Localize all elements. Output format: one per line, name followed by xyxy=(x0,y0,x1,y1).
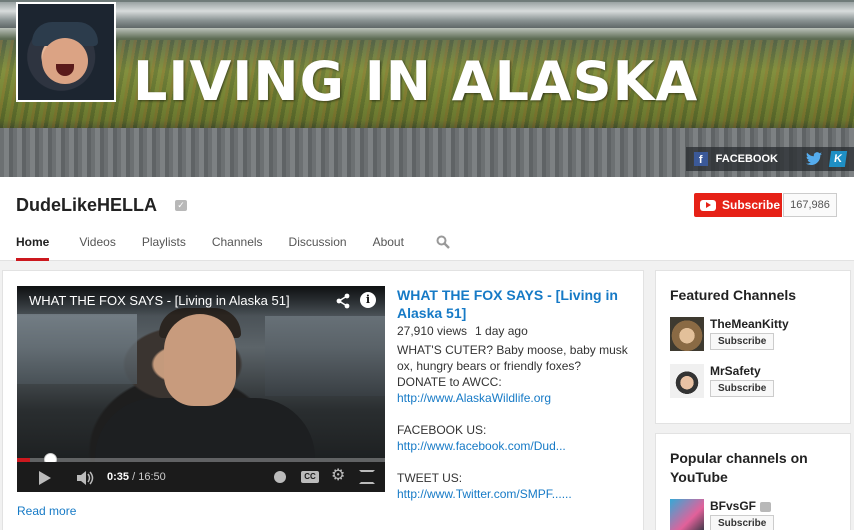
banner-guardrail xyxy=(0,2,854,28)
channel-banner: LIVING IN ALASKA f FACEBOOK K xyxy=(0,0,854,177)
channel-tabs: Home Videos Playlists Channels Discussio… xyxy=(0,229,450,261)
volume-icon[interactable] xyxy=(77,471,95,485)
avatar-face xyxy=(42,38,88,84)
upload-age: 1 day ago xyxy=(475,324,528,338)
youtube-play-icon xyxy=(700,199,716,211)
channel-subscribe-button[interactable]: Subscribe xyxy=(710,380,775,397)
current-time: 0:35 xyxy=(107,471,130,483)
facebook-url-link[interactable]: http://www.facebook.com/Dud... xyxy=(397,439,566,453)
video-title-link[interactable]: WHAT THE FOX SAYS - [Living in Alaska 51… xyxy=(397,286,633,322)
tab-videos[interactable]: Videos xyxy=(79,229,115,261)
tab-discussion[interactable]: Discussion xyxy=(289,229,347,261)
verified-icon: ✓ xyxy=(175,200,187,211)
channel-item: TheMeanKitty Subscribe xyxy=(670,317,850,353)
subscribe-label: Subscribe xyxy=(722,198,781,212)
channel-item-name[interactable]: BFvsGF xyxy=(710,499,756,513)
channel-subscribe-button[interactable]: Subscribe xyxy=(710,333,775,350)
channel-thumbnail[interactable] xyxy=(670,364,704,398)
channel-thumbnail[interactable] xyxy=(670,499,704,530)
verified-icon xyxy=(760,501,772,512)
popular-channels-title: Popular channels on YouTube xyxy=(670,450,808,485)
search-icon[interactable] xyxy=(436,235,450,249)
featured-channels-title: Featured Channels xyxy=(670,287,797,303)
view-count: 27,910 views xyxy=(397,324,468,338)
twitter-url-link[interactable]: http://www.Twitter.com/SMPF...... xyxy=(397,487,572,501)
description-paragraph: FACEBOOK US: http://www.facebook.com/Dud.… xyxy=(397,422,633,454)
video-player-title[interactable]: WHAT THE FOX SAYS - [Living in Alaska 51… xyxy=(29,293,290,308)
facebook-icon[interactable]: f xyxy=(693,152,708,166)
video-person-head xyxy=(164,314,236,406)
read-more-link[interactable]: Read more xyxy=(17,504,76,518)
channel-thumbnail[interactable] xyxy=(670,317,704,351)
channel-subscribe-button[interactable]: Subscribe xyxy=(710,515,775,530)
facebook-link[interactable]: FACEBOOK xyxy=(716,153,778,165)
channel-item: BFvsGF Subscribe xyxy=(670,499,850,530)
video-info: WHAT THE FOX SAYS - [Living in Alaska 51… xyxy=(397,286,633,518)
description-paragraph: TWEET US: http://www.Twitter.com/SMPF....… xyxy=(397,470,633,502)
share-icon[interactable] xyxy=(335,293,351,309)
play-icon[interactable] xyxy=(39,471,51,485)
player-controls: 0:35 / 16:50 CC ⚙ xyxy=(17,462,385,492)
featured-channels-card: Featured Channels TheMeanKitty Subscribe… xyxy=(655,270,851,424)
duration: 16:50 xyxy=(138,471,166,483)
description-text: FACEBOOK US: xyxy=(397,423,487,437)
twitter-icon[interactable] xyxy=(806,152,822,166)
video-window-left xyxy=(17,314,137,384)
tab-home[interactable]: Home xyxy=(16,229,50,261)
video-window-right xyxy=(265,316,385,396)
video-meta: 27,910 views 1 day ago xyxy=(397,324,633,338)
channel-name[interactable]: DudeLikeHELLA xyxy=(16,195,157,216)
channel-item-name[interactable]: MrSafety xyxy=(710,364,761,378)
popular-channels-card: Popular channels on YouTube BFvsGF Subsc… xyxy=(655,433,851,530)
k-icon[interactable]: K xyxy=(828,151,848,167)
time-display: 0:35 / 16:50 xyxy=(107,471,166,483)
awcc-link[interactable]: http://www.AlaskaWildlife.org xyxy=(397,391,551,405)
tab-playlists[interactable]: Playlists xyxy=(142,229,186,261)
settings-gear-icon[interactable]: ⚙ xyxy=(331,468,347,484)
captions-icon[interactable]: CC xyxy=(301,471,319,483)
banner-title: LIVING IN ALASKA xyxy=(133,50,699,113)
channel-item: MrSafety Subscribe xyxy=(670,364,850,400)
channel-item-name[interactable]: TheMeanKitty xyxy=(710,317,789,331)
tab-channels[interactable]: Channels xyxy=(212,229,263,261)
watch-later-icon[interactable] xyxy=(274,471,286,483)
fullscreen-icon[interactable] xyxy=(359,470,375,484)
description-paragraph: WHAT'S CUTER? Baby moose, baby musk ox, … xyxy=(397,342,633,406)
subscriber-count: 167,986 xyxy=(783,193,837,217)
description-text: TWEET US: xyxy=(397,471,463,485)
info-icon[interactable]: i xyxy=(360,292,376,308)
channel-avatar[interactable] xyxy=(16,2,116,102)
banner-links: f FACEBOOK K xyxy=(685,147,854,171)
video-player[interactable]: WHAT THE FOX SAYS - [Living in Alaska 51… xyxy=(17,286,385,492)
video-description: WHAT'S CUTER? Baby moose, baby musk ox, … xyxy=(397,342,633,502)
description-text: WHAT'S CUTER? Baby moose, baby musk ox, … xyxy=(397,343,628,389)
channel-header: DudeLikeHELLA ✓ Subscribe 167,986 Home V… xyxy=(0,177,854,261)
tab-about[interactable]: About xyxy=(373,229,404,261)
channel-item-name-row: BFvsGF xyxy=(710,499,772,513)
subscribe-button[interactable]: Subscribe xyxy=(694,193,782,217)
featured-video-card: WHAT THE FOX SAYS - [Living in Alaska 51… xyxy=(2,270,644,530)
